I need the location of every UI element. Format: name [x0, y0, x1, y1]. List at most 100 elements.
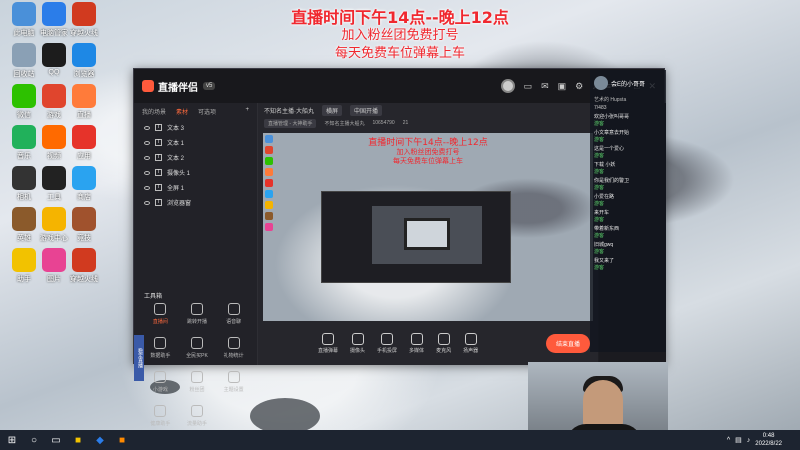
store-icon [72, 166, 96, 190]
tool-item[interactable]: 全民买PK [179, 337, 216, 359]
stream-preview[interactable]: 直播时间下午14点--晚上12点 加入粉丝团免费打号 每天免费车位弹幕上车 [263, 133, 593, 321]
gift-icon[interactable]: ▣ [558, 81, 567, 92]
clock[interactable]: 0:48 2022/8/22 [755, 432, 782, 448]
control-icon [322, 332, 334, 345]
chat-message: 我又来了 游客 [590, 257, 666, 273]
chat-message: 小爱在路 游客 [590, 193, 666, 209]
eye-icon[interactable] [144, 200, 150, 205]
chat-icon[interactable]: ▭ [524, 81, 533, 92]
control-icon [410, 332, 423, 345]
control-button[interactable]: 扬声器 [463, 332, 478, 354]
desktop-icon[interactable]: 穿越火线 [62, 2, 106, 38]
source-item[interactable]: T 文本 3 [134, 120, 257, 135]
streamer-name: 会E的小哥哥 [611, 81, 646, 88]
tab-scenes[interactable]: 我的场景 [142, 107, 166, 116]
live-app-icon[interactable]: ■ [114, 433, 130, 447]
tab-materials[interactable]: 素材 [176, 107, 188, 116]
control-button[interactable]: 手机投屏 [377, 332, 397, 354]
desktop-icon[interactable]: 竞技 [62, 207, 106, 243]
chat-message-text: 小文章意去开始 [594, 130, 630, 136]
desktop-icon[interactable]: 直播 [62, 84, 106, 120]
orientation-button[interactable]: 横屏 [322, 104, 343, 116]
control-button[interactable]: 麦克风 [436, 332, 451, 354]
free-seat-overlay-text: 每天免费车位弹幕上车 [334, 46, 465, 61]
desktop-icon[interactable]: 商店 [62, 166, 106, 202]
manage-button[interactable]: 直播管理 - 大神助手 [264, 118, 317, 128]
tool-item[interactable]: 直播间 [142, 303, 179, 325]
tool-item[interactable]: 跳转开播 [179, 303, 216, 325]
chat-count: 7/483 [594, 105, 607, 111]
text-source-icon: T [155, 124, 162, 131]
volume-icon[interactable]: ♪ [747, 437, 751, 444]
eye-icon[interactable] [144, 170, 150, 175]
source-item[interactable]: T 全屏 1 [134, 180, 257, 195]
chat-message-user: 游客 [594, 201, 605, 207]
control-button[interactable]: 多媒体 [409, 332, 424, 354]
tool-item[interactable]: 健康助手 [142, 405, 179, 427]
folder-icon[interactable]: ■ [70, 433, 86, 447]
chat-message-user: 游客 [594, 121, 605, 127]
add-source-icon[interactable]: + [245, 107, 249, 116]
start-icon[interactable]: ⊞ [4, 433, 20, 447]
network-icon[interactable]: ▤ [735, 436, 742, 444]
source-item[interactable]: T 浏览器窗 [134, 195, 257, 210]
tool-item[interactable]: 主题设置 [215, 371, 252, 393]
tool-item[interactable]: 语音聊 [215, 303, 252, 325]
tool-icon [227, 337, 240, 349]
tab-options[interactable]: 可选项 [198, 107, 216, 116]
tool-item[interactable]: 礼物统计 [215, 337, 252, 359]
tray-up-icon[interactable]: ^ [727, 437, 730, 444]
chat-message-text: 欢迎小张叫哥哥 [594, 114, 630, 120]
source-item[interactable]: T 摄像头 1 [134, 165, 257, 180]
search-icon[interactable]: ○ [26, 433, 42, 447]
eye-icon[interactable] [144, 140, 150, 145]
chat-overlay: 会E的小哥哥 艺术的 Hupsta 7/483 欢迎小张叫哥哥 游客 小文章意去开始… [590, 70, 666, 352]
control-button[interactable]: 摄像头 [350, 332, 365, 354]
tool-icon [154, 303, 167, 315]
chat-message: 下载 小妖 游客 [590, 161, 666, 177]
tool-item[interactable]: 流量助手 [179, 405, 216, 427]
tool-icon [190, 405, 203, 417]
stable-live-tab[interactable]: 稳定直播 [134, 335, 144, 381]
message-icon[interactable]: ✉ [541, 81, 549, 92]
user-avatar[interactable] [500, 79, 515, 93]
cf-icon [72, 2, 96, 26]
chat-message-user: 游客 [594, 217, 605, 223]
source-list: T 文本 3 T 文本 1 T 文本 2 T 摄像头 1 T 全屏 1 T 浏览器窗 [134, 120, 257, 210]
source-item[interactable]: T 文本 2 [134, 150, 257, 165]
tool-item[interactable]: 粉丝团 [179, 371, 216, 393]
shield-icon[interactable]: ◆ [92, 433, 108, 447]
desktop-icon[interactable]: 穿越火线 [62, 248, 106, 284]
scene-panel: 我的场景 素材 可选项 + T 文本 3 T 文本 1 T 文本 2 T 摄像头 1 T 全屏 1… [134, 103, 258, 427]
chat-message-text: 下载 小妖 [594, 162, 616, 168]
task-view-icon[interactable]: ▭ [48, 433, 64, 447]
chat-message-user: 游客 [594, 249, 605, 255]
eye-icon[interactable] [144, 185, 150, 190]
tool-item[interactable]: 数据助手 [142, 337, 179, 359]
eye-icon[interactable] [144, 155, 150, 160]
desktop-icon[interactable]: 应用 [62, 125, 106, 161]
region-button[interactable]: 中国开播 [350, 104, 383, 116]
text-source-icon: T [155, 184, 162, 191]
browser-icon [72, 43, 96, 67]
logo-mark-icon [142, 80, 154, 92]
chat-message-text: 旧城gwq [594, 242, 614, 248]
streamer-sub: 艺术的 Hupsta [594, 97, 627, 103]
desktop-icon[interactable]: 浏览器 [62, 43, 106, 79]
source-label: 浏览器窗 [167, 201, 192, 207]
source-item[interactable]: T 文本 1 [134, 135, 257, 150]
control-icon [381, 332, 394, 345]
text-source-icon: T [155, 169, 162, 176]
chat-message: 带着新东西 游客 [590, 225, 666, 241]
chat-message-text: 小爱在路 [594, 194, 615, 200]
text-source-icon: T [155, 154, 162, 161]
text-source-icon: T [155, 199, 162, 206]
settings-icon[interactable]: ⚙ [575, 81, 583, 92]
control-button[interactable]: 直播弹幕 [318, 332, 338, 354]
tool-item[interactable]: 小游戏 [142, 371, 179, 393]
chat-message-text: 你是我们的警卫 [594, 178, 630, 184]
end-live-button[interactable]: 结束直播 [545, 333, 590, 353]
fan-club-overlay-text: 加入粉丝团免费打号 [341, 28, 459, 43]
source-label: 文本 1 [167, 141, 185, 147]
eye-icon[interactable] [144, 125, 150, 130]
